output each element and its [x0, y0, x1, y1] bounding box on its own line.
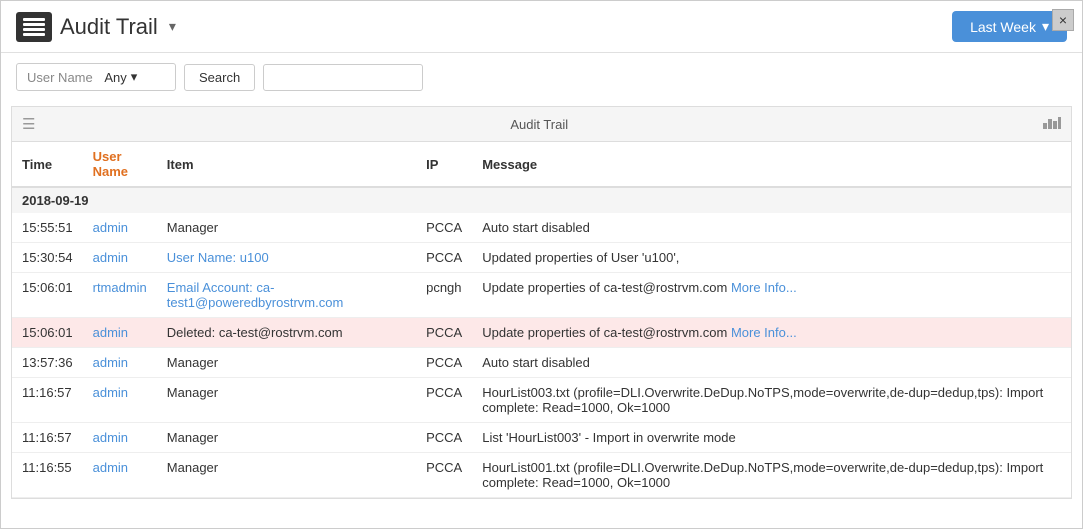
cell-ip: PCCA	[416, 243, 472, 273]
audit-trail-icon	[16, 12, 52, 42]
item-link[interactable]: Email Account: ca-test1@poweredbyrostrvm…	[167, 280, 343, 310]
cell-message: Auto start disabled	[472, 213, 1071, 243]
table-row: 15:30:54 admin User Name: u100 PCCAUpdated …	[12, 243, 1071, 273]
header: Audit Trail ▾ Last Week ▾ ×	[1, 1, 1082, 53]
table-row: 11:16:57 admin ManagerPCCAHourList003.txt …	[12, 378, 1071, 423]
table-row: 11:16:57 admin ManagerPCCAList 'HourList00…	[12, 423, 1071, 453]
col-header-time: Time	[12, 142, 83, 187]
table-row: 15:55:51 admin ManagerPCCAAuto start disab…	[12, 213, 1071, 243]
username-link[interactable]: admin	[93, 385, 128, 400]
cell-time: 15:30:54	[12, 243, 83, 273]
cell-time: 15:06:01	[12, 273, 83, 318]
search-input[interactable]	[263, 64, 423, 91]
more-info-link[interactable]: More Info...	[731, 325, 797, 340]
user-name-value: Any	[104, 70, 126, 85]
cell-username[interactable]: admin	[83, 348, 157, 378]
cell-username[interactable]: admin	[83, 243, 157, 273]
more-info-link[interactable]: More Info...	[731, 280, 797, 295]
username-link[interactable]: admin	[93, 460, 128, 475]
table-row: 15:06:01 rtmadmin Email Account: ca-test1@…	[12, 273, 1071, 318]
message-text: Update properties of ca-test@rostrvm.com	[482, 280, 731, 295]
cell-ip: pcngh	[416, 273, 472, 318]
cell-username[interactable]: rtmadmin	[83, 273, 157, 318]
cell-item: Manager	[157, 423, 416, 453]
grid-panel-title: Audit Trail	[35, 117, 1043, 132]
cell-time: 11:16:55	[12, 453, 83, 498]
table-header-row: Time UserName Item IP Message	[12, 142, 1071, 187]
item-link[interactable]: User Name: u100	[167, 250, 269, 265]
cell-item: Manager	[157, 213, 416, 243]
chart-icon[interactable]	[1043, 115, 1061, 133]
cell-username[interactable]: admin	[83, 213, 157, 243]
username-link[interactable]: admin	[93, 325, 128, 340]
cell-time: 13:57:36	[12, 348, 83, 378]
user-name-label: User Name	[27, 70, 93, 85]
cell-message: Update properties of ca-test@rostrvm.com…	[472, 273, 1071, 318]
user-name-select[interactable]: User Name Any ▾	[16, 63, 176, 91]
cell-item: Manager	[157, 378, 416, 423]
username-link[interactable]: rtmadmin	[93, 280, 147, 295]
close-button[interactable]: ×	[1052, 9, 1074, 31]
last-week-label: Last Week	[970, 19, 1036, 35]
cell-ip: PCCA	[416, 318, 472, 348]
last-week-caret: ▾	[1042, 18, 1049, 35]
cell-message: Updated properties of User 'u100',	[472, 243, 1071, 273]
last-week-button[interactable]: Last Week ▾	[952, 11, 1067, 42]
cell-message: Auto start disabled	[472, 348, 1071, 378]
list-icon	[23, 18, 45, 36]
deleted-item: Deleted: ca-test@rostrvm.com	[167, 325, 343, 340]
hamburger-icon[interactable]: ☰	[22, 115, 35, 133]
cell-username[interactable]: admin	[83, 378, 157, 423]
cell-item: Manager	[157, 348, 416, 378]
cell-username[interactable]: admin	[83, 318, 157, 348]
cell-username[interactable]: admin	[83, 423, 157, 453]
col-header-item: Item	[157, 142, 416, 187]
filter-bar: User Name Any ▾ Search	[1, 53, 1082, 101]
audit-table: Time UserName Item IP Message 2018-09-19…	[12, 142, 1071, 498]
username-link[interactable]: admin	[93, 250, 128, 265]
cell-item[interactable]: User Name: u100	[157, 243, 416, 273]
grid-panel-header: ☰ Audit Trail	[12, 107, 1071, 142]
page-title: Audit Trail	[60, 14, 158, 40]
cell-message: HourList001.txt (profile=DLI.Overwrite.D…	[472, 453, 1071, 498]
col-header-message: Message	[472, 142, 1071, 187]
username-link[interactable]: admin	[93, 355, 128, 370]
cell-ip: PCCA	[416, 213, 472, 243]
col-header-username: UserName	[83, 142, 157, 187]
cell-time: 15:06:01	[12, 318, 83, 348]
cell-item[interactable]: Email Account: ca-test1@poweredbyrostrvm…	[157, 273, 416, 318]
date-group-cell: 2018-09-19	[12, 187, 1071, 213]
cell-username[interactable]: admin	[83, 453, 157, 498]
cell-time: 11:16:57	[12, 378, 83, 423]
table-row: 11:16:55 admin ManagerPCCAHourList001.txt …	[12, 453, 1071, 498]
cell-ip: PCCA	[416, 423, 472, 453]
table-row: 15:06:01 admin Deleted: ca-test@rostrvm.co…	[12, 318, 1071, 348]
title-caret[interactable]: ▾	[169, 18, 176, 35]
cell-message: HourList003.txt (profile=DLI.Overwrite.D…	[472, 378, 1071, 423]
bar-chart-icon	[1043, 115, 1061, 129]
search-button[interactable]: Search	[184, 64, 255, 91]
message-text: Update properties of ca-test@rostrvm.com	[482, 325, 731, 340]
user-name-caret: ▾	[131, 69, 138, 85]
cell-item: Deleted: ca-test@rostrvm.com	[157, 318, 416, 348]
col-header-ip: IP	[416, 142, 472, 187]
username-link[interactable]: admin	[93, 220, 128, 235]
cell-ip: PCCA	[416, 453, 472, 498]
page-wrapper: Audit Trail ▾ Last Week ▾ × User Name An…	[0, 0, 1083, 529]
cell-time: 15:55:51	[12, 213, 83, 243]
cell-message: Update properties of ca-test@rostrvm.com…	[472, 318, 1071, 348]
username-link[interactable]: admin	[93, 430, 128, 445]
cell-ip: PCCA	[416, 348, 472, 378]
table-row: 13:57:36 admin ManagerPCCAAuto start disab…	[12, 348, 1071, 378]
cell-message: List 'HourList003' - Import in overwrite…	[472, 423, 1071, 453]
grid-panel: ☰ Audit Trail Time UserName Item IP Mess…	[11, 106, 1072, 499]
cell-ip: PCCA	[416, 378, 472, 423]
header-left: Audit Trail ▾	[16, 12, 176, 42]
cell-item: Manager	[157, 453, 416, 498]
date-group-row: 2018-09-19	[12, 187, 1071, 213]
cell-time: 11:16:57	[12, 423, 83, 453]
